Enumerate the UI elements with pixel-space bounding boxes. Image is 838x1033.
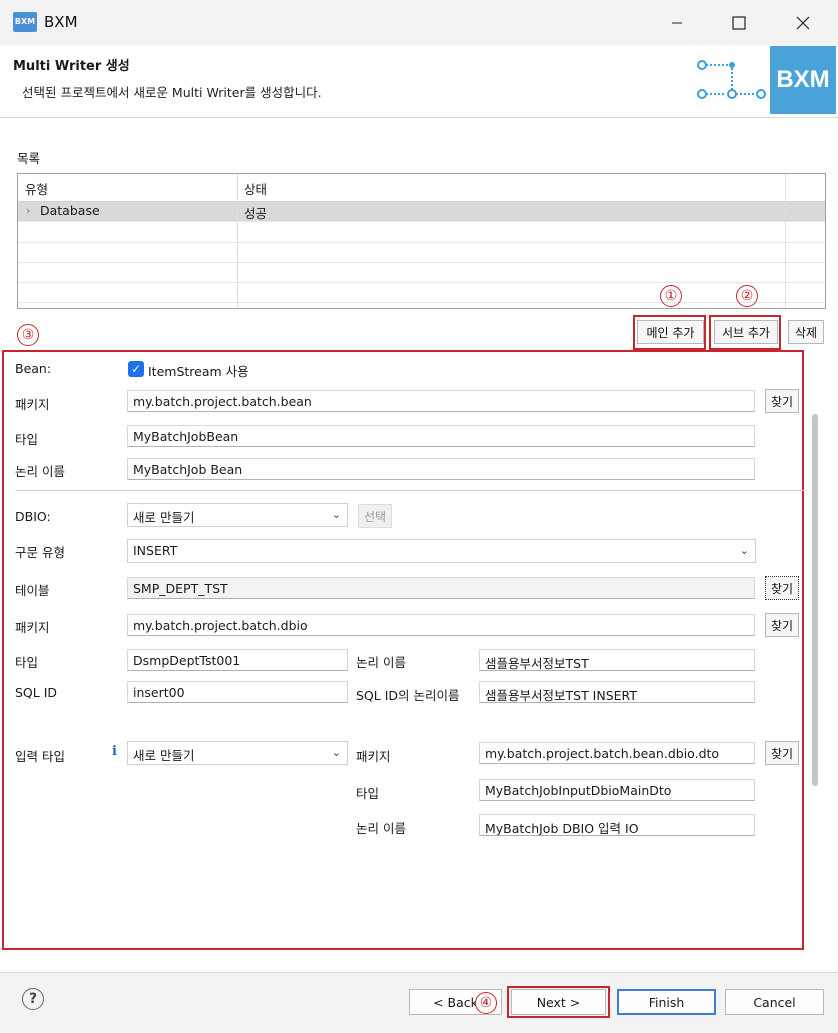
input-package-label: 패키지: [356, 749, 391, 764]
help-icon[interactable]: ?: [22, 988, 44, 1010]
dbio-type-label: 타입: [15, 655, 39, 670]
input-type-select[interactable]: 새로 만들기 ⌄: [127, 741, 348, 765]
bxm-logo: BXM: [770, 46, 836, 114]
column-header-type: 유형: [25, 182, 49, 197]
table-row[interactable]: › Database 성공: [18, 202, 825, 222]
dbio-logical-name-label: 논리 이름: [356, 655, 406, 670]
sqlid-label: SQL ID: [15, 685, 58, 700]
table-row: [18, 222, 825, 243]
sqlid-field[interactable]: insert00: [127, 681, 348, 703]
dbio-package-label: 패키지: [15, 620, 50, 635]
list-table[interactable]: 유형 상태 › Database 성공: [17, 173, 826, 309]
table-header-row: 유형 상태: [18, 174, 825, 202]
input-package-field[interactable]: my.batch.project.batch.bean.dbio.dto: [479, 742, 755, 764]
bean-logical-name-field[interactable]: MyBatchJob Bean: [127, 458, 755, 480]
delete-button[interactable]: 삭제: [788, 320, 824, 344]
input-type-value: 새로 만들기: [133, 748, 195, 763]
stmt-type-select[interactable]: INSERT ⌄: [127, 539, 756, 563]
sqlid-logical-label: SQL ID의 논리이름: [356, 688, 460, 703]
input-package-find-button[interactable]: 찾기: [765, 741, 799, 765]
dbio-package-field[interactable]: my.batch.project.batch.dbio: [127, 614, 755, 636]
title-bar: [0, 0, 838, 45]
stmt-type-value: INSERT: [133, 543, 178, 558]
annotation-number-4: ④: [475, 992, 497, 1014]
minimize-icon[interactable]: [654, 0, 700, 45]
table-find-button[interactable]: 찾기: [765, 576, 799, 600]
column-header-status: 상태: [244, 182, 268, 197]
dbio-type-field[interactable]: DsmpDeptTst001: [127, 649, 348, 671]
bean-package-find-button[interactable]: 찾기: [765, 389, 799, 413]
chevron-down-icon: ⌄: [331, 508, 341, 521]
section-divider: [15, 490, 805, 491]
cancel-button[interactable]: Cancel: [725, 989, 824, 1015]
table-row: [18, 262, 825, 283]
app-icon: BXM: [13, 12, 37, 32]
dbio-logical-name-field[interactable]: 샘플용부서정보TST: [479, 649, 755, 671]
dialog-description: 선택된 프로젝트에서 새로운 Multi Writer를 생성합니다.: [22, 85, 322, 100]
dbio-select-button[interactable]: 선택: [358, 504, 392, 528]
chevron-down-icon: ⌄: [739, 544, 749, 557]
dialog-title: Multi Writer 생성: [13, 59, 130, 74]
list-label: 목록: [17, 151, 41, 166]
bean-type-field[interactable]: MyBatchJobBean: [127, 425, 755, 447]
vertical-scrollbar[interactable]: [812, 414, 818, 786]
finish-button[interactable]: Finish: [617, 989, 716, 1015]
bean-type-label: 타입: [15, 432, 39, 447]
input-logical-name-label: 논리 이름: [356, 821, 406, 836]
dbio-mode-select[interactable]: 새로 만들기 ⌄: [127, 503, 348, 527]
input-type-label: 입력 타입: [15, 749, 65, 764]
input-type-type-field[interactable]: MyBatchJobInputDbioMainDto: [479, 779, 755, 801]
sqlid-logical-field[interactable]: 샘플용부서정보TST INSERT: [479, 681, 755, 703]
annotation-number-1: ①: [660, 285, 682, 307]
table-label: 테이블: [15, 583, 50, 598]
annotation-number-3: ③: [17, 324, 39, 346]
dbio-package-find-button[interactable]: 찾기: [765, 613, 799, 637]
itemstream-label: ItemStream 사용: [148, 364, 249, 379]
expand-chevron-icon[interactable]: ›: [26, 204, 30, 217]
bean-logical-name-label: 논리 이름: [15, 464, 65, 479]
input-type-type-label: 타입: [356, 786, 380, 801]
annotation-box-4: [507, 986, 610, 1018]
dbio-mode-value: 새로 만들기: [133, 510, 195, 525]
column-divider: [237, 174, 238, 308]
table-row: [18, 242, 825, 263]
table-field[interactable]: SMP_DEPT_TST: [127, 577, 755, 599]
column-divider: [785, 174, 786, 308]
itemstream-checkbox[interactable]: ✓: [128, 361, 144, 377]
table-row: [18, 282, 825, 303]
row-status: 성공: [244, 206, 268, 221]
input-logical-name-field[interactable]: MyBatchJob DBIO 입력 IO: [479, 814, 755, 836]
bean-package-field[interactable]: my.batch.project.batch.bean: [127, 390, 755, 412]
annotation-number-2: ②: [736, 285, 758, 307]
bean-label: Bean:: [15, 361, 52, 376]
window-title: BXM: [44, 13, 78, 31]
dbio-label: DBIO:: [15, 509, 51, 524]
row-type: Database: [40, 203, 100, 218]
bean-package-label: 패키지: [15, 397, 50, 412]
info-icon: i: [112, 744, 117, 759]
annotation-box-2: [709, 315, 781, 350]
maximize-icon[interactable]: [716, 0, 762, 45]
annotation-box-1: [633, 315, 706, 350]
close-icon[interactable]: [780, 0, 826, 45]
stmt-type-label: 구문 유형: [15, 545, 65, 560]
connector-graphic-icon: [697, 60, 766, 99]
chevron-down-icon: ⌄: [331, 746, 341, 759]
